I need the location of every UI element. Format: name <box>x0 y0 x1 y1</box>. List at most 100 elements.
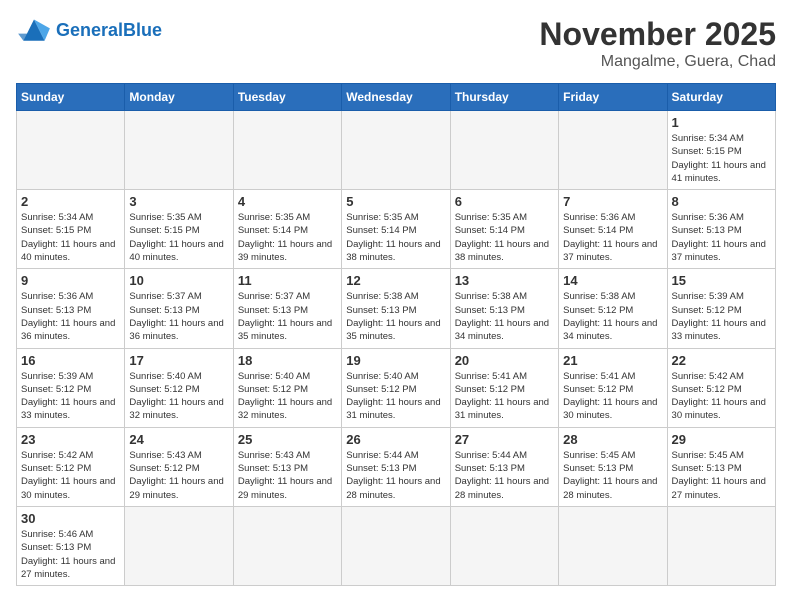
weekday-header-monday: Monday <box>125 84 233 111</box>
calendar-cell <box>125 506 233 585</box>
week-row-5: 23 Sunrise: 5:42 AM Sunset: 5:12 PM Dayli… <box>17 427 776 506</box>
day-number: 4 <box>238 194 337 209</box>
location-title: Mangalme, Guera, Chad <box>539 53 776 71</box>
calendar-cell: 17 Sunrise: 5:40 AM Sunset: 5:12 PM Dayli… <box>125 348 233 427</box>
day-number: 26 <box>346 432 445 447</box>
calendar-cell: 30 Sunrise: 5:46 AM Sunset: 5:13 PM Dayli… <box>17 506 125 585</box>
day-info: Sunrise: 5:45 AM Sunset: 5:13 PM Dayligh… <box>563 449 662 502</box>
weekday-header-tuesday: Tuesday <box>233 84 341 111</box>
calendar-cell: 24 Sunrise: 5:43 AM Sunset: 5:12 PM Dayli… <box>125 427 233 506</box>
calendar-cell: 13 Sunrise: 5:38 AM Sunset: 5:13 PM Dayli… <box>450 269 558 348</box>
day-number: 27 <box>455 432 554 447</box>
day-info: Sunrise: 5:38 AM Sunset: 5:12 PM Dayligh… <box>563 290 662 343</box>
day-info: Sunrise: 5:40 AM Sunset: 5:12 PM Dayligh… <box>238 370 337 423</box>
calendar-cell: 10 Sunrise: 5:37 AM Sunset: 5:13 PM Dayli… <box>125 269 233 348</box>
day-info: Sunrise: 5:38 AM Sunset: 5:13 PM Dayligh… <box>346 290 445 343</box>
day-info: Sunrise: 5:36 AM Sunset: 5:13 PM Dayligh… <box>672 211 771 264</box>
day-info: Sunrise: 5:35 AM Sunset: 5:14 PM Dayligh… <box>346 211 445 264</box>
day-number: 19 <box>346 353 445 368</box>
day-number: 10 <box>129 273 228 288</box>
day-info: Sunrise: 5:42 AM Sunset: 5:12 PM Dayligh… <box>672 370 771 423</box>
day-number: 17 <box>129 353 228 368</box>
calendar-cell: 14Sunrise: 5:38 AM Sunset: 5:12 PM Dayli… <box>559 269 667 348</box>
calendar-cell: 27Sunrise: 5:44 AM Sunset: 5:13 PM Dayli… <box>450 427 558 506</box>
day-number: 1 <box>672 115 771 130</box>
day-info: Sunrise: 5:39 AM Sunset: 5:12 PM Dayligh… <box>672 290 771 343</box>
calendar-cell: 20Sunrise: 5:41 AM Sunset: 5:12 PM Dayli… <box>450 348 558 427</box>
week-row-3: 9Sunrise: 5:36 AM Sunset: 5:13 PM Daylig… <box>17 269 776 348</box>
title-block: November 2025 Mangalme, Guera, Chad <box>539 16 776 71</box>
day-info: Sunrise: 5:43 AM Sunset: 5:13 PM Dayligh… <box>238 449 337 502</box>
day-info: Sunrise: 5:45 AM Sunset: 5:13 PM Dayligh… <box>672 449 771 502</box>
calendar-cell: 8Sunrise: 5:36 AM Sunset: 5:13 PM Daylig… <box>667 190 775 269</box>
day-number: 29 <box>672 432 771 447</box>
calendar-cell: 23 Sunrise: 5:42 AM Sunset: 5:12 PM Dayli… <box>17 427 125 506</box>
day-info: Sunrise: 5:39 AM Sunset: 5:12 PM Dayligh… <box>21 370 120 423</box>
week-row-6: 30 Sunrise: 5:46 AM Sunset: 5:13 PM Dayli… <box>17 506 776 585</box>
calendar-cell: 22 Sunrise: 5:42 AM Sunset: 5:12 PM Dayli… <box>667 348 775 427</box>
day-number: 25 <box>238 432 337 447</box>
calendar-cell: 26Sunrise: 5:44 AM Sunset: 5:13 PM Dayli… <box>342 427 450 506</box>
calendar-cell <box>233 111 341 190</box>
calendar-cell: 1 Sunrise: 5:34 AM Sunset: 5:15 PM Daylig… <box>667 111 775 190</box>
calendar-cell <box>559 506 667 585</box>
calendar-cell <box>450 111 558 190</box>
day-number: 6 <box>455 194 554 209</box>
day-number: 13 <box>455 273 554 288</box>
day-number: 23 <box>21 432 120 447</box>
calendar-table: SundayMondayTuesdayWednesdayThursdayFrid… <box>16 83 776 586</box>
day-number: 16 <box>21 353 120 368</box>
calendar-cell: 4 Sunrise: 5:35 AM Sunset: 5:14 PM Daylig… <box>233 190 341 269</box>
calendar-cell: 28Sunrise: 5:45 AM Sunset: 5:13 PM Dayli… <box>559 427 667 506</box>
calendar-cell: 29 Sunrise: 5:45 AM Sunset: 5:13 PM Dayli… <box>667 427 775 506</box>
page-header: GeneralBlue November 2025 Mangalme, Guer… <box>16 16 776 71</box>
logo: GeneralBlue <box>16 16 162 46</box>
weekday-header-thursday: Thursday <box>450 84 558 111</box>
calendar-cell <box>450 506 558 585</box>
calendar-cell: 9Sunrise: 5:36 AM Sunset: 5:13 PM Daylig… <box>17 269 125 348</box>
logo-icon <box>16 16 52 46</box>
logo-text: GeneralBlue <box>56 21 162 41</box>
day-info: Sunrise: 5:36 AM Sunset: 5:13 PM Dayligh… <box>21 290 120 343</box>
weekday-header-friday: Friday <box>559 84 667 111</box>
weekday-header-row: SundayMondayTuesdayWednesdayThursdayFrid… <box>17 84 776 111</box>
calendar-cell: 7 Sunrise: 5:36 AM Sunset: 5:14 PM Daylig… <box>559 190 667 269</box>
calendar-cell: 5 Sunrise: 5:35 AM Sunset: 5:14 PM Daylig… <box>342 190 450 269</box>
calendar-cell: 11Sunrise: 5:37 AM Sunset: 5:13 PM Dayli… <box>233 269 341 348</box>
day-info: Sunrise: 5:41 AM Sunset: 5:12 PM Dayligh… <box>455 370 554 423</box>
calendar-cell: 3Sunrise: 5:35 AM Sunset: 5:15 PM Daylig… <box>125 190 233 269</box>
day-info: Sunrise: 5:40 AM Sunset: 5:12 PM Dayligh… <box>129 370 228 423</box>
calendar-cell <box>233 506 341 585</box>
weekday-header-sunday: Sunday <box>17 84 125 111</box>
day-number: 30 <box>21 511 120 526</box>
month-title: November 2025 <box>539 16 776 53</box>
calendar-cell: 25 Sunrise: 5:43 AM Sunset: 5:13 PM Dayli… <box>233 427 341 506</box>
day-number: 5 <box>346 194 445 209</box>
calendar-cell <box>342 111 450 190</box>
day-info: Sunrise: 5:42 AM Sunset: 5:12 PM Dayligh… <box>21 449 120 502</box>
day-info: Sunrise: 5:36 AM Sunset: 5:14 PM Dayligh… <box>563 211 662 264</box>
calendar-cell <box>559 111 667 190</box>
calendar-cell: 19 Sunrise: 5:40 AM Sunset: 5:12 PM Dayli… <box>342 348 450 427</box>
day-info: Sunrise: 5:35 AM Sunset: 5:14 PM Dayligh… <box>238 211 337 264</box>
day-number: 7 <box>563 194 662 209</box>
day-info: Sunrise: 5:34 AM Sunset: 5:15 PM Dayligh… <box>21 211 120 264</box>
week-row-4: 16 Sunrise: 5:39 AM Sunset: 5:12 PM Dayli… <box>17 348 776 427</box>
day-number: 12 <box>346 273 445 288</box>
calendar-cell <box>17 111 125 190</box>
day-info: Sunrise: 5:40 AM Sunset: 5:12 PM Dayligh… <box>346 370 445 423</box>
day-info: Sunrise: 5:34 AM Sunset: 5:15 PM Dayligh… <box>672 132 771 185</box>
day-number: 3 <box>129 194 228 209</box>
calendar-cell <box>667 506 775 585</box>
day-info: Sunrise: 5:37 AM Sunset: 5:13 PM Dayligh… <box>129 290 228 343</box>
day-number: 24 <box>129 432 228 447</box>
day-info: Sunrise: 5:46 AM Sunset: 5:13 PM Dayligh… <box>21 528 120 581</box>
day-info: Sunrise: 5:43 AM Sunset: 5:12 PM Dayligh… <box>129 449 228 502</box>
day-info: Sunrise: 5:38 AM Sunset: 5:13 PM Dayligh… <box>455 290 554 343</box>
calendar-cell <box>342 506 450 585</box>
calendar-cell: 2Sunrise: 5:34 AM Sunset: 5:15 PM Daylig… <box>17 190 125 269</box>
day-number: 22 <box>672 353 771 368</box>
weekday-header-saturday: Saturday <box>667 84 775 111</box>
day-info: Sunrise: 5:41 AM Sunset: 5:12 PM Dayligh… <box>563 370 662 423</box>
day-number: 11 <box>238 273 337 288</box>
